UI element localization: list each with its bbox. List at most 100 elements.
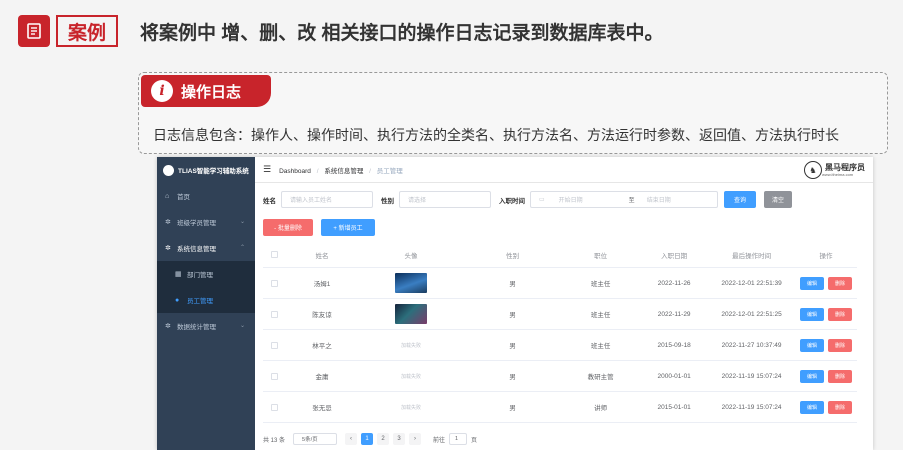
sidebar-item-label: 系统信息管理 (177, 246, 216, 253)
edit-button[interactable]: 编辑 (800, 338, 825, 352)
table-row: 金庸 加载失败 男 教研主管 2000-01-01 2022-11-19 15:… (263, 361, 857, 392)
cell-job: 班主任 (590, 281, 611, 288)
date-range-picker[interactable]: ▭ 开始日期 至 结束日期 (530, 191, 718, 208)
gender-select[interactable]: 请选择 (399, 191, 491, 208)
cell-job: 班主任 (590, 312, 611, 319)
breadcrumb-separator: / (369, 167, 371, 175)
table-row: 陈友谅 男 班主任 2022-11-29 2022-12-01 22:51:25… (263, 299, 857, 330)
delete-button[interactable]: 删除 (828, 276, 853, 290)
user-icon: ● (175, 296, 180, 304)
main-content: 姓名 请输入员工姓名 性别 请选择 入职时间 ▭ 开始日期 至 结束日期 查询 … (255, 184, 873, 450)
chevron-down-icon: ⌄ (239, 219, 245, 225)
sidebar: TLIAS智能学习辅助系统 ⌂ 首页 ✲ 班级学员管理 ⌄ ✲ 系统信息管理 ⌃… (157, 157, 255, 450)
cell-gender: 男 (509, 281, 516, 288)
page-button[interactable]: 2 (377, 433, 390, 445)
delete-button[interactable]: 删除 (828, 338, 853, 352)
cell-avatar (358, 304, 464, 324)
sidebar-item-stats[interactable]: ✲ 数据统计管理 ⌄ (157, 313, 255, 339)
breadcrumb-item[interactable]: 系统信息管理 (324, 168, 363, 175)
cell-avatar: 加载失败 (358, 342, 464, 349)
cell-ops: 编辑 删除 (795, 276, 857, 290)
cell-ops: 编辑 删除 (795, 400, 857, 414)
breadcrumb-item: 员工管理 (376, 167, 403, 175)
query-button[interactable]: 查询 (724, 191, 756, 208)
row-checkbox[interactable] (263, 403, 286, 411)
brand-logo: ♞ 黑马程序员 www.itheima.com (804, 161, 865, 179)
delete-button[interactable]: 删除 (828, 369, 853, 383)
batch-delete-button[interactable]: - 批量删除 (263, 219, 313, 236)
prev-page-button[interactable]: ‹ (345, 433, 358, 445)
edit-button[interactable]: 编辑 (800, 307, 825, 321)
sidebar-item-dept[interactable]: ▦ 部门管理 (157, 261, 255, 287)
range-to: 至 (628, 198, 635, 204)
row-checkbox[interactable] (263, 310, 286, 318)
gear-icon: ✲ (165, 218, 171, 226)
cell-entry-date: 2022-11-26 (657, 279, 691, 287)
info-text: 日志信息包含：操作人、操作时间、执行方法的全类名、执行方法名、方法运行时参数、返… (153, 127, 839, 143)
sidebar-item-home[interactable]: ⌂ 首页 (157, 183, 255, 209)
page-unit: 页 (471, 437, 478, 444)
document-icon (18, 15, 50, 47)
name-input[interactable]: 请输入员工姓名 (281, 191, 373, 208)
sidebar-item-system[interactable]: ✲ 系统信息管理 ⌃ (157, 235, 255, 261)
pagination: 共 13 条 5条/页 ‹ 1 2 3 › 前往 1 页 (263, 433, 477, 445)
sidebar-item-class[interactable]: ✲ 班级学员管理 ⌄ (157, 209, 255, 235)
next-page-button[interactable]: › (409, 433, 422, 445)
edit-button[interactable]: 编辑 (800, 400, 825, 414)
menu-toggle-icon[interactable]: ☰ (263, 164, 271, 175)
cell-job: 讲师 (594, 405, 608, 412)
sidebar-item-emp[interactable]: ● 员工管理 (157, 287, 255, 313)
clear-button[interactable]: 清空 (764, 191, 792, 208)
info-box: i 操作日志 日志信息包含：操作人、操作时间、执行方法的全类名、执行方法名、方法… (138, 72, 888, 154)
info-badge-label: 操作日志 (181, 83, 242, 101)
col-gender: 性别 (506, 252, 520, 260)
start-date: 开始日期 (558, 198, 583, 204)
gear-icon: ✲ (165, 244, 171, 252)
cell-ops: 编辑 删除 (795, 307, 857, 321)
goto-label: 前往 (433, 437, 446, 444)
info-icon: i (151, 80, 173, 102)
cell-update-time: 2022-11-19 15:07:24 (721, 403, 782, 411)
logo-icon (163, 164, 174, 176)
delete-button[interactable]: 删除 (828, 307, 853, 321)
horse-icon: ♞ (804, 161, 822, 179)
page-button[interactable]: 1 (361, 433, 374, 445)
topbar: ☰ Dashboard / 系统信息管理 / 员工管理 ♞ 黑马程序员 www.… (255, 157, 873, 183)
avatar (395, 304, 428, 324)
employee-table: 姓名 头像 性别 职位 入职日期 最后操作时间 操作 汤姆1 男 班主任 202… (263, 242, 857, 423)
brand-name: 黑马程序员 (825, 163, 865, 172)
cell-avatar: 加载失败 (358, 373, 464, 380)
cell-name: 张无忌 (312, 405, 332, 412)
delete-button[interactable]: 删除 (828, 400, 853, 414)
avatar (395, 273, 428, 293)
gender-label: 性别 (381, 197, 394, 205)
case-tag: 案例 (18, 14, 118, 48)
app-window: TLIAS智能学习辅助系统 ⌂ 首页 ✲ 班级学员管理 ⌄ ✲ 系统信息管理 ⌃… (157, 157, 873, 450)
search-form: 姓名 请输入员工姓名 性别 请选择 入职时间 ▭ 开始日期 至 结束日期 查询 … (263, 191, 792, 208)
chevron-up-icon: ⌃ (239, 245, 245, 251)
breadcrumb-item[interactable]: Dashboard (279, 168, 311, 175)
total-count: 共 13 条 (263, 437, 286, 444)
cell-name: 陈友谅 (312, 312, 332, 319)
table-row: 林平之 加载失败 男 班主任 2015-09-18 2022-11-27 10:… (263, 330, 857, 361)
cell-entry-date: 2015-09-18 (657, 341, 691, 349)
row-checkbox[interactable] (263, 341, 286, 349)
row-checkbox[interactable] (263, 372, 286, 380)
cell-avatar (358, 273, 464, 293)
chevron-down-icon: ⌄ (239, 323, 245, 329)
gear-icon: ✲ (165, 322, 171, 330)
goto-page-input[interactable]: 1 (449, 433, 468, 445)
edit-button[interactable]: 编辑 (800, 276, 825, 290)
select-all-checkbox[interactable] (263, 251, 286, 258)
page-size-select[interactable]: 5条/页 (293, 433, 338, 445)
cell-avatar: 加载失败 (358, 404, 464, 411)
cell-ops: 编辑 删除 (795, 338, 857, 352)
add-employee-button[interactable]: + 新增员工 (321, 219, 375, 236)
cell-gender: 男 (509, 312, 516, 319)
edit-button[interactable]: 编辑 (800, 369, 825, 383)
brand-url: www.itheima.com (822, 172, 854, 177)
page-button[interactable]: 3 (393, 433, 406, 445)
submenu: ▦ 部门管理 ● 员工管理 (157, 261, 255, 313)
cell-job: 教研主管 (587, 374, 614, 381)
row-checkbox[interactable] (263, 279, 286, 287)
